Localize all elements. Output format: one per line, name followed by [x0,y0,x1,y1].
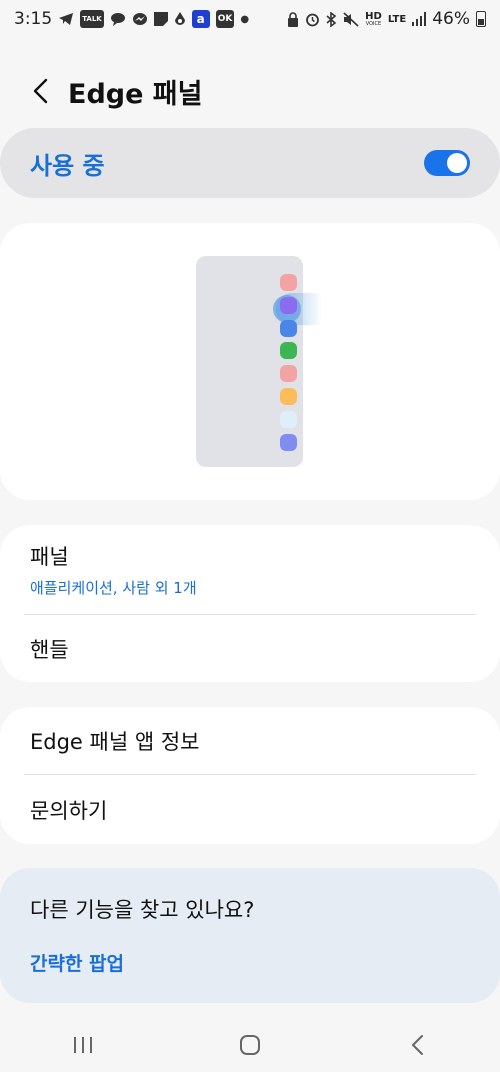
status-time: 3:15 [14,9,53,29]
settings-group-info: Edge 패널 앱 정보 문의하기 [0,707,500,844]
panels-item[interactable]: 패널 애플리케이션, 사람 외 1개 [0,525,500,614]
lte-indicator: LTE [387,13,407,25]
navigation-bar [0,1018,500,1072]
battery-percent: 46% [432,9,470,29]
panel-app-icon [280,319,297,337]
toggle-knob [447,153,467,173]
kakaotalk-icon: TALK [80,10,104,28]
recent-apps-button[interactable] [53,1020,113,1070]
panel-app-icon [280,388,297,405]
master-switch-row[interactable]: 사용 중 [0,128,500,198]
panels-title: 패널 [30,545,69,569]
status-bar: 3:15 TALK a OK ● HD VOICE LTE 46% [0,0,500,38]
master-switch-label: 사용 중 [30,151,105,180]
home-button[interactable] [220,1020,280,1070]
panel-app-icon [280,365,297,383]
panel-app-icon [280,274,297,291]
mute-icon [343,11,359,27]
status-right: HD VOICE LTE 46% [287,9,486,29]
lock-icon [287,11,299,27]
status-left: 3:15 TALK a OK ● [14,9,249,29]
hd-voice-indicator: HD VOICE [365,10,382,27]
recent-apps-icon [74,1037,93,1053]
app-a-icon: a [191,10,210,28]
battery-icon [476,11,486,27]
panel-app-icon [280,410,297,428]
pop-up-view-link[interactable]: 간략한 팝업 [30,949,470,976]
suggestion-title: 다른 기능을 찾고 있나요? [30,898,255,922]
chat-bubble-icon [110,12,126,26]
header: Edge 패널 [0,62,500,120]
hd-label: HD [365,10,382,22]
panels-subtitle: 애플리케이션, 사람 외 1개 [30,579,197,597]
contact-item[interactable]: 문의하기 [0,775,500,844]
about-title: Edge 패널 앱 정보 [30,729,200,754]
alarm-icon [305,12,320,27]
page-title: Edge 패널 [68,78,203,110]
signal-icon [412,12,427,26]
note-icon [153,12,168,26]
panel-app-icon [280,296,297,314]
contact-title: 문의하기 [30,798,108,823]
edge-panel-preview-card [0,223,500,500]
panel-app-icon [280,433,297,451]
location-drop-icon [174,11,186,27]
messenger-icon [132,12,148,26]
back-icon [411,1035,423,1055]
voice-label: VOICE [365,20,382,27]
handle-title: 핸들 [30,637,69,662]
back-button[interactable] [20,71,60,111]
settings-group-panels: 패널 애플리케이션, 사람 외 1개 핸들 [0,525,500,682]
home-icon [239,1035,260,1055]
telegram-icon [58,12,74,26]
panel-app-icon [280,342,297,360]
master-toggle[interactable] [424,150,470,176]
nav-back-button[interactable] [387,1020,447,1070]
okcashbag-icon: OK [215,10,235,28]
bluetooth-icon [326,11,337,27]
suggestion-card: 다른 기능을 찾고 있나요? 간략한 팝업 [0,868,500,1003]
handle-item[interactable]: 핸들 [0,615,500,682]
about-item[interactable]: Edge 패널 앱 정보 [0,707,500,774]
dot-icon: ● [240,13,250,25]
chevron-left-icon [33,78,48,104]
